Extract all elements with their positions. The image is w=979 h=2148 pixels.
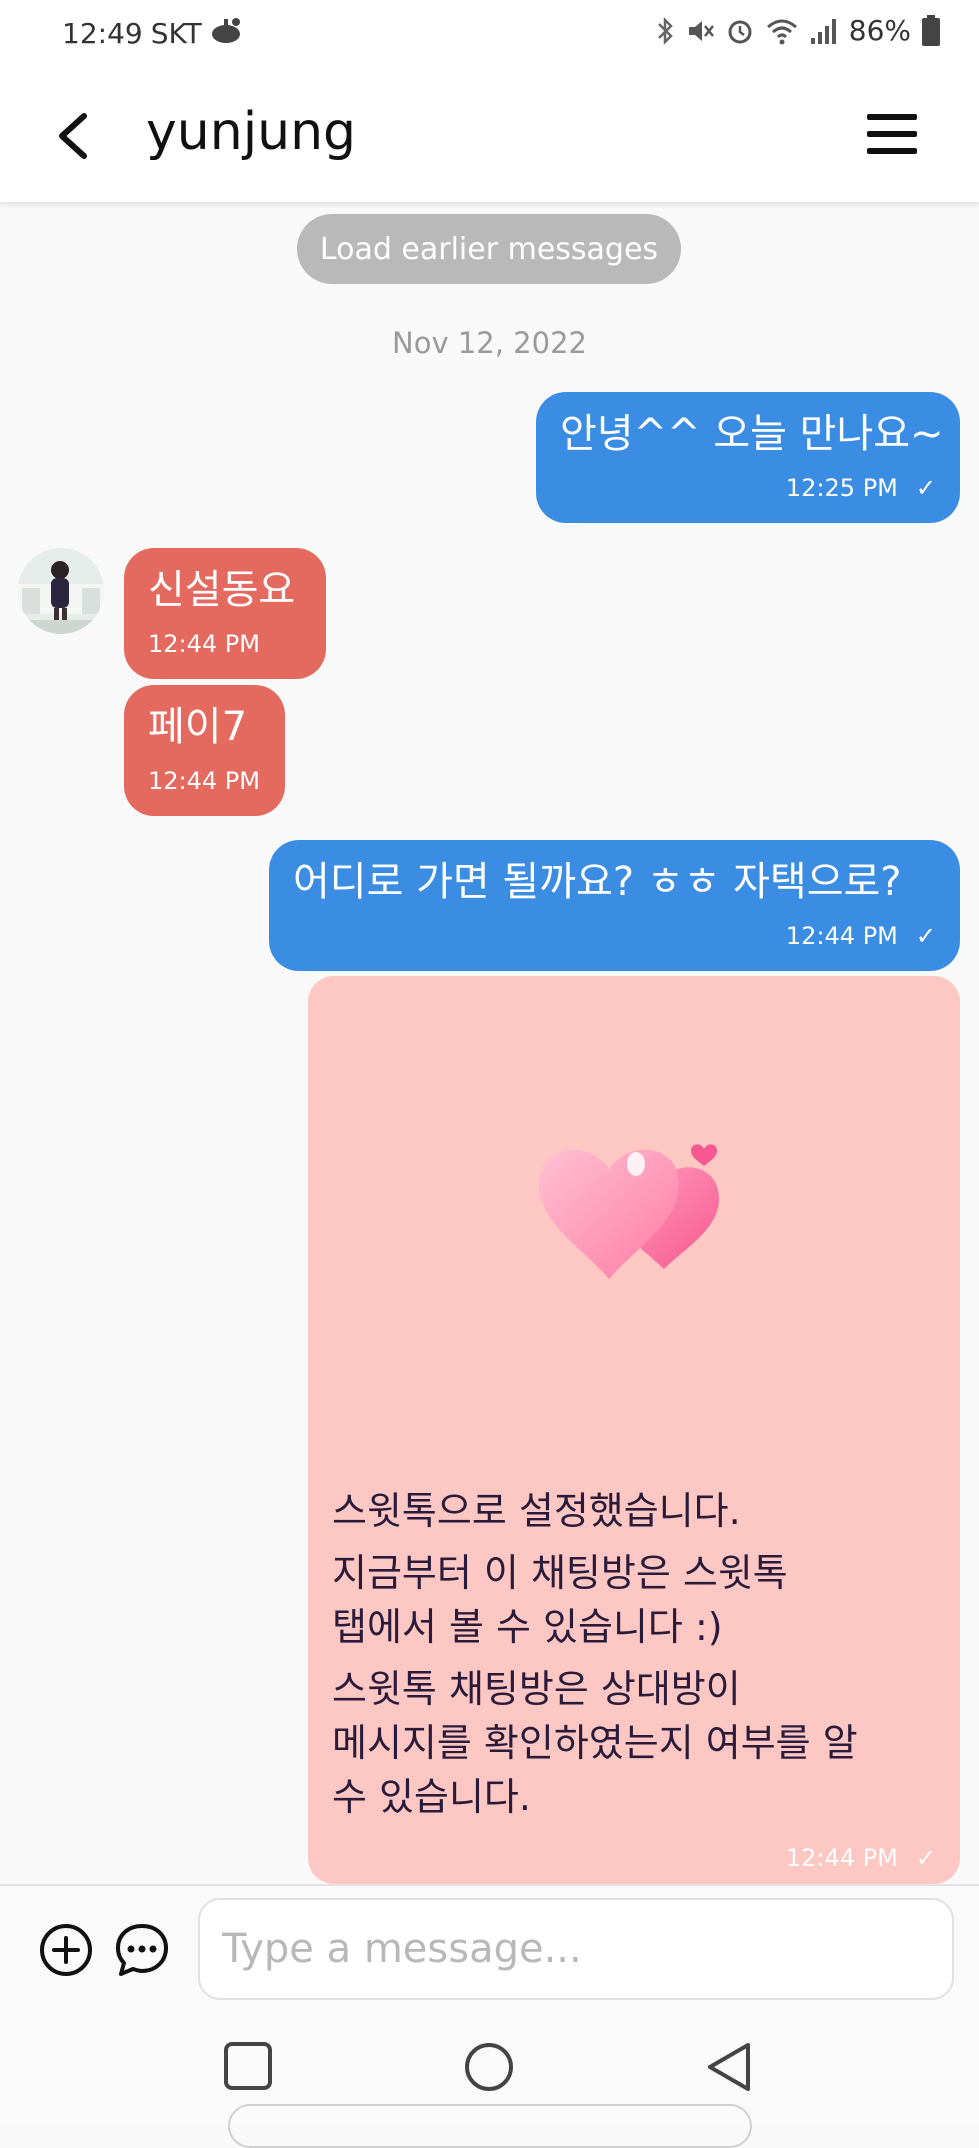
card-line: 스윗톡으로 설정했습니다. — [332, 1489, 741, 1533]
message-bubble-outgoing[interactable]: 안녕^^ 오늘 만나요~ 12:25 PM ✓ — [536, 392, 960, 523]
status-left: 12:49 SKT — [62, 16, 244, 51]
two-hearts-icon — [514, 1124, 744, 1298]
card-line: 지금부터 이 채팅방은 스윗톡 — [332, 1551, 788, 1595]
triangle-back-icon — [708, 2043, 750, 2091]
chat-bubble-icon — [116, 1924, 168, 1976]
read-check-icon: ✓ — [915, 922, 936, 950]
message-time: 12:44 PM — [148, 767, 260, 795]
bluetooth-icon — [655, 16, 675, 46]
card-line: 탭에서 볼 수 있습니다 :) — [332, 1605, 723, 1649]
notification-icon — [210, 16, 244, 51]
mute-icon — [685, 16, 715, 46]
chat-title: yunjung — [146, 102, 357, 162]
sweettalk-card[interactable]: 스윗톡으로 설정했습니다. 지금부터 이 채팅방은 스윗톡 탭에서 볼 수 있습… — [308, 976, 960, 1884]
message-bubble-incoming[interactable]: 신설동요 12:44 PM — [124, 548, 326, 679]
message-text: 신설동요 — [148, 567, 296, 613]
home-button[interactable] — [462, 2040, 516, 2098]
message-time: 12:44 PM — [785, 1844, 898, 1872]
status-right: 86% — [655, 14, 941, 47]
menu-button[interactable] — [865, 112, 919, 156]
wifi-icon — [765, 16, 799, 46]
message-text: 어디로 가면 될까요? ㅎㅎ 자택으로? — [293, 859, 902, 905]
battery-level: 86% — [848, 14, 911, 47]
card-text: 스윗톡으로 설정했습니다. 지금부터 이 채팅방은 스윗톡 탭에서 볼 수 있습… — [332, 1484, 942, 1824]
date-separator: Nov 12, 2022 — [392, 326, 587, 360]
message-text: 안녕^^ 오늘 만나요~ — [560, 411, 944, 457]
message-time: 12:44 PM — [785, 922, 898, 950]
read-check-icon: ✓ — [915, 474, 936, 502]
chat-header: yunjung — [0, 70, 979, 204]
chevron-left-icon — [59, 113, 87, 159]
message-time: 12:25 PM — [785, 474, 898, 502]
read-check-icon: ✓ — [915, 1844, 936, 1872]
contact-avatar[interactable] — [18, 548, 104, 634]
card-line: 스윗톡 채팅방은 상대방이 — [332, 1667, 741, 1711]
gesture-handle[interactable] — [228, 2104, 752, 2148]
card-line: 수 있습니다. — [332, 1775, 531, 1819]
attach-button[interactable] — [38, 1922, 94, 1982]
back-nav-button[interactable] — [704, 2040, 754, 2098]
card-line: 메시지를 확인하였는지 여부를 알 — [332, 1721, 858, 1765]
status-bar: 12:49 SKT 86% — [0, 0, 979, 70]
status-carrier: SKT — [150, 17, 202, 50]
load-earlier-button[interactable]: Load earlier messages — [297, 214, 681, 284]
plus-circle-icon — [40, 1924, 92, 1976]
card-meta: 12:44 PM ✓ — [786, 1844, 936, 1872]
message-bubble-outgoing[interactable]: 어디로 가면 될까요? ㅎㅎ 자택으로? 12:44 PM ✓ — [269, 840, 960, 971]
status-time: 12:49 — [62, 17, 143, 50]
square-icon — [224, 2042, 272, 2090]
back-button[interactable] — [48, 104, 104, 168]
message-bubble-incoming[interactable]: 페이7 12:44 PM — [124, 685, 285, 816]
quick-reply-button[interactable] — [112, 1920, 172, 1984]
message-time: 12:44 PM — [148, 630, 260, 658]
message-input[interactable] — [198, 1898, 954, 2000]
battery-icon — [921, 14, 941, 47]
recent-apps-button[interactable] — [222, 2040, 274, 2096]
alarm-icon — [725, 16, 755, 46]
message-text: 페이7 — [148, 704, 248, 750]
circle-icon — [465, 2043, 513, 2091]
signal-icon — [809, 16, 839, 46]
hamburger-menu-icon — [867, 114, 917, 154]
message-composer — [0, 1884, 979, 2026]
